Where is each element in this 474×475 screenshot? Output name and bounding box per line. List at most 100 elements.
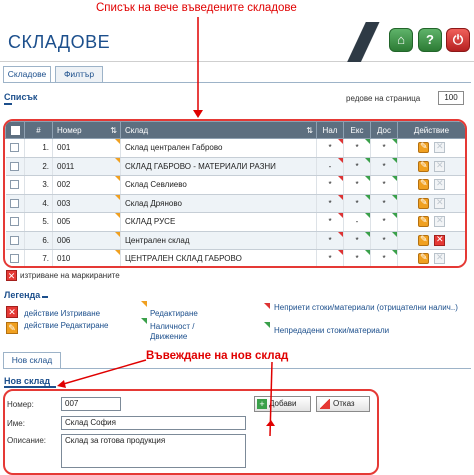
edit-icon[interactable] — [418, 160, 429, 172]
row-actions — [397, 157, 465, 176]
row-checkbox[interactable] — [10, 217, 20, 227]
sort-icon[interactable]: ⇅ — [306, 126, 316, 135]
delete-icon[interactable] — [434, 252, 445, 265]
table-row[interactable]: 4. 003 Склад Дряново * * * — [5, 194, 465, 213]
row-checkbox[interactable] — [10, 143, 20, 153]
arrowhead-top — [193, 110, 203, 118]
row-actions — [397, 175, 465, 195]
page-title: СКЛАДОВЕ — [8, 32, 111, 52]
row-checkbox[interactable] — [10, 254, 20, 264]
row-nal: * — [316, 231, 344, 250]
row-index: 5. — [24, 212, 53, 232]
row-select-cell[interactable] — [5, 231, 25, 250]
tab-new-store[interactable]: Нов склад — [3, 352, 61, 368]
row-checkbox[interactable] — [10, 235, 20, 245]
row-nal: * — [316, 175, 344, 195]
top-annotation: Списък на вече въведените складове — [0, 0, 474, 22]
edit-icon[interactable] — [418, 234, 429, 246]
delete-icon[interactable] — [434, 141, 445, 154]
table-row[interactable]: 5. 005 СКЛАД РУСЕ * - * — [5, 212, 465, 232]
cancel-button[interactable]: Отказ — [316, 396, 370, 412]
row-dos: * — [370, 138, 398, 158]
edit-icon[interactable] — [418, 141, 429, 154]
orange-flag-icon — [141, 301, 147, 307]
table-row[interactable]: 6. 006 Централен склад * * * — [5, 231, 465, 250]
row-select-cell[interactable] — [5, 249, 25, 266]
row-index: 7. — [24, 249, 53, 266]
row-code: 006 — [52, 231, 121, 250]
delete-marked-label[interactable]: изтриване на маркираните — [20, 271, 120, 280]
delete-icon[interactable] — [434, 234, 445, 246]
row-dos: * — [370, 249, 398, 266]
col-code-label: Номер — [57, 125, 82, 135]
help-icon[interactable]: ? — [418, 28, 442, 52]
section-underline — [4, 103, 12, 105]
delete-icon[interactable] — [434, 160, 445, 172]
legend-title-text: Легенда — [4, 290, 41, 300]
row-select-cell[interactable] — [5, 157, 25, 176]
tab-stores[interactable]: Складове — [3, 66, 51, 82]
number-field[interactable]: 007 — [61, 397, 121, 411]
sort-icon[interactable]: ⇅ — [110, 126, 120, 135]
row-nal: * — [316, 194, 344, 213]
edit-icon[interactable] — [418, 215, 429, 228]
row-dos: * — [370, 212, 398, 232]
arrowhead-left — [57, 380, 66, 388]
delete-icon: ✕ — [6, 306, 18, 318]
table-row[interactable]: 2. 0011 СКЛАД ГАБРОВО - МАТЕРИАЛИ РАЗНИ - * * — [5, 157, 465, 176]
tab-filter[interactable]: Филтър — [55, 66, 103, 82]
per-page-input[interactable]: 100 — [438, 91, 464, 105]
delete-icon[interactable] — [434, 197, 445, 209]
delete-marked-icon[interactable]: ✕ — [6, 270, 17, 281]
row-index: 2. — [24, 157, 53, 176]
row-code: 005 — [52, 212, 121, 232]
row-checkbox[interactable] — [10, 198, 20, 208]
row-store-name: СКЛАД РУСЕ — [120, 212, 317, 232]
row-checkbox[interactable] — [10, 180, 20, 190]
col-exc: Екс — [343, 121, 371, 139]
row-select-cell[interactable] — [5, 138, 25, 158]
row-nal: * — [316, 138, 344, 158]
row-actions — [397, 194, 465, 213]
table-row[interactable]: 7. 010 ЦЕНТРАЛЕН СКЛАД ГАБРОВО * * * — [5, 249, 465, 266]
row-code: 001 — [52, 138, 121, 158]
delete-icon[interactable] — [434, 215, 445, 228]
arrow-line-left — [59, 359, 147, 386]
table-row[interactable]: 3. 002 Склад Севлиево * * * — [5, 175, 465, 195]
number-label: Номер: — [7, 400, 34, 409]
row-nal: * — [316, 249, 344, 266]
row-store-name: ЦЕНТРАЛЕН СКЛАД ГАБРОВО — [120, 249, 317, 266]
edit-icon[interactable] — [418, 178, 429, 191]
cancel-icon — [320, 399, 330, 409]
col-store-label: Склад — [125, 125, 149, 135]
select-all-checkbox[interactable] — [10, 125, 20, 135]
row-exc: * — [343, 157, 371, 176]
name-field[interactable]: Склад София — [61, 416, 246, 430]
row-store-name: Склад Дряново — [120, 194, 317, 213]
row-code: 010 — [52, 249, 121, 266]
row-exc: * — [343, 231, 371, 250]
row-select-cell[interactable] — [5, 194, 25, 213]
col-index: # — [24, 121, 53, 139]
select-all-cell[interactable] — [5, 121, 25, 139]
col-store[interactable]: Склад ⇅ — [120, 121, 317, 139]
delete-marked[interactable]: ✕ изтриване на маркираните — [6, 270, 120, 281]
col-nal: Нал — [316, 121, 344, 139]
delete-icon[interactable] — [434, 178, 445, 191]
col-code[interactable]: Номер ⇅ — [52, 121, 121, 139]
power-icon[interactable]: ⏻ — [446, 28, 470, 52]
description-field[interactable]: Склад за готова продукция — [61, 434, 246, 468]
section-underline — [42, 296, 49, 298]
row-code: 003 — [52, 194, 121, 213]
table-row[interactable]: 1. 001 Склад централен Габрово * * * — [5, 138, 465, 158]
row-nal: - — [316, 157, 344, 176]
home-icon[interactable]: ⌂ — [389, 28, 413, 52]
page-header: СКЛАДОВЕ ⌂ ? ⏻ — [0, 22, 474, 62]
add-button[interactable]: + Добави — [254, 396, 311, 412]
edit-icon[interactable] — [418, 252, 429, 265]
edit-icon[interactable] — [418, 197, 429, 209]
red-flag-icon — [264, 303, 270, 309]
row-select-cell[interactable] — [5, 212, 25, 232]
row-select-cell[interactable] — [5, 175, 25, 195]
row-checkbox[interactable] — [10, 161, 20, 171]
